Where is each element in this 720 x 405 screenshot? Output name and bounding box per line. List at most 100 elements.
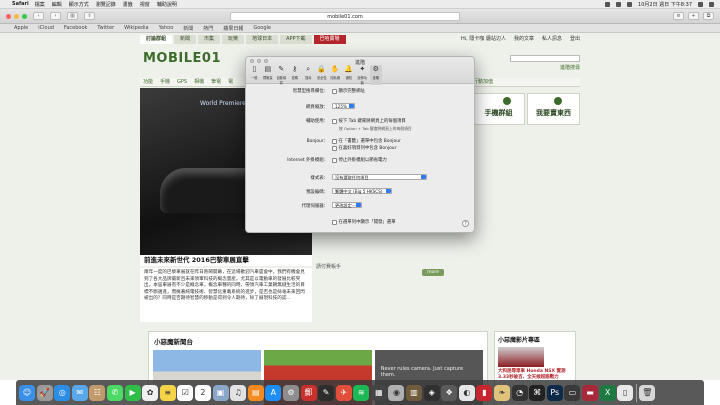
share-button[interactable]: ⇪ [84, 12, 95, 20]
favorite-link[interactable]: 蘋果日報 [223, 25, 243, 32]
app-icon[interactable]: ❧ [494, 384, 511, 401]
app-icon[interactable]: ◔ [511, 384, 528, 401]
tab-passwords[interactable]: ⚷ 密碼 [289, 65, 302, 85]
sell-button[interactable]: 我要賣東西 [527, 93, 580, 125]
app-icon[interactable]: ✈ [335, 384, 352, 401]
category-link[interactable]: GPS [177, 78, 187, 86]
favorite-link[interactable]: Twitter [97, 25, 114, 31]
menu-help[interactable]: 輔助說明 [157, 1, 177, 8]
tab-extensions[interactable]: ✦ 延伸功能 [356, 65, 369, 85]
favorite-link[interactable]: Apple [14, 25, 28, 31]
photos-icon[interactable]: ✿ [142, 384, 159, 401]
clock[interactable]: 10月2日 週日 下午8:37 [638, 1, 692, 8]
app-icon[interactable]: ▭ [564, 384, 581, 401]
back-button[interactable]: ‹ [33, 12, 44, 20]
finder-icon[interactable]: ☺ [19, 384, 35, 401]
my-posts-link[interactable]: 我的文章 [514, 35, 534, 44]
trash-icon[interactable]: 🗑 [639, 384, 656, 401]
app-icon[interactable]: ▬ [582, 384, 598, 401]
category-link[interactable]: 手機 [160, 78, 170, 86]
tab-search[interactable]: ⌕ 搜尋 [302, 65, 315, 85]
spotify-icon[interactable]: ≋ [353, 384, 370, 401]
tab-advanced[interactable]: ⚙ 進階 [369, 65, 382, 85]
proxy-settings-button[interactable]: 更改設定⋯ [332, 202, 362, 208]
category-link[interactable]: 筆電 [211, 78, 221, 86]
zoom-select[interactable]: 125% [332, 103, 355, 109]
notes-icon[interactable]: ≡ [159, 384, 176, 401]
nav-tab-fun[interactable]: 玩樂 [222, 35, 245, 44]
nav-tab-market[interactable]: 市集 [198, 35, 221, 44]
spotlight-icon[interactable] [698, 1, 703, 7]
favorite-link[interactable]: 熱門 [203, 25, 213, 32]
category-link[interactable]: 功能 [143, 78, 153, 86]
forward-button[interactable]: › [50, 12, 61, 20]
hero-caption[interactable]: 前進未來新世代 2016巴黎車展直擊 [140, 255, 312, 266]
app-icon[interactable]: ▦ [370, 384, 387, 401]
show-develop-menu-label[interactable]: 在選單列中顯示「開發」選單 [339, 218, 396, 227]
private-messages-link[interactable]: 私人訊息 [542, 35, 562, 44]
stop-plugins-checkbox[interactable] [332, 158, 337, 163]
menu-history[interactable]: 瀏覽記錄 [96, 1, 116, 8]
preview-icon[interactable]: ▣ [212, 384, 229, 401]
menu-window[interactable]: 視窗 [140, 1, 150, 8]
video-thumbnail[interactable] [498, 347, 544, 367]
facetime-icon[interactable]: ▶ [124, 384, 141, 401]
stop-plugins-label[interactable]: 停止外掛模組以節省電力 [339, 156, 387, 165]
logout-link[interactable]: 登出 [570, 35, 580, 44]
favorite-link[interactable]: Facebook [64, 25, 88, 31]
close-window-button[interactable] [6, 13, 11, 19]
tab-privacy[interactable]: ✋ 隱私權 [329, 65, 342, 85]
help-button[interactable]: ? [462, 220, 469, 227]
bonjour-favorites-checkbox[interactable] [332, 146, 337, 151]
menu-view[interactable]: 顯示方式 [69, 1, 89, 8]
app-icon[interactable]: ⌘ [529, 384, 546, 401]
excel-icon[interactable]: X [599, 384, 616, 401]
tab-highlight-checkbox[interactable] [332, 119, 337, 124]
app-icon[interactable]: ▯ [617, 384, 634, 401]
tab-notifications[interactable]: 🔔 通知 [343, 65, 356, 85]
ibooks-icon[interactable]: ▤ [247, 384, 264, 401]
menu-bookmarks[interactable]: 書籤 [123, 1, 133, 8]
menu-edit[interactable]: 編輯 [52, 1, 62, 8]
category-link[interactable]: 電 [228, 78, 233, 86]
advanced-search-link[interactable]: 進階搜尋 [560, 64, 580, 71]
app-icon[interactable]: ◉ [388, 384, 405, 401]
messages-icon[interactable]: ✆ [106, 384, 123, 401]
launchpad-icon[interactable]: 🚀 [36, 384, 53, 401]
encoding-select[interactable]: 繁體中文 (Big 5 HKSCS) [332, 188, 392, 194]
phone-group-button[interactable]: 手機群組 [472, 93, 525, 125]
nav-tab-japan[interactable]: 地球日本 [246, 35, 279, 44]
tab-overview-button[interactable]: ⧉ [703, 12, 714, 20]
menu-file[interactable]: 檔案 [35, 1, 45, 8]
favorite-link[interactable]: Wikipedia [124, 25, 148, 31]
zoom-window-button[interactable] [22, 13, 27, 19]
app-icon[interactable]: ◈ [423, 384, 440, 401]
reader-button[interactable]: ≡ [673, 12, 684, 20]
nav-tab-app[interactable]: APP下載 [280, 35, 312, 44]
bonjour-favorites-label[interactable]: 在喜好項目列中包含 Bonjour [339, 144, 397, 153]
contacts-icon[interactable]: ☷ [89, 384, 106, 401]
tab-security[interactable]: 🔒 安全性 [316, 65, 329, 85]
app-icon[interactable]: ◐ [458, 384, 475, 401]
more-button[interactable]: more [422, 269, 444, 276]
sysprefs-icon[interactable]: ⚙ [282, 384, 299, 401]
app-icon[interactable]: ✎ [318, 384, 335, 401]
tab-tabs[interactable]: ▤ 標籤頁 [262, 65, 275, 85]
new-tab-button[interactable]: + [688, 12, 699, 20]
site-logo[interactable]: MOBILE01 [143, 51, 221, 66]
calendar-icon[interactable]: 2 [194, 384, 211, 401]
favorite-link[interactable]: iCloud [38, 25, 54, 31]
app-icon[interactable]: ▮ [476, 384, 493, 401]
minimize-window-button[interactable] [14, 13, 19, 19]
app-menu[interactable]: Safari [12, 1, 29, 7]
show-full-url-checkbox[interactable] [332, 89, 337, 94]
tab-general[interactable]: ▯ 一般 [248, 65, 261, 85]
nav-tab-shop[interactable]: 巴哈賣場 [313, 35, 346, 44]
address-bar[interactable]: mobile01.com [230, 12, 460, 21]
volume-icon[interactable] [616, 1, 622, 7]
app-icon[interactable]: 郵 [300, 384, 317, 401]
wifi-icon[interactable] [605, 1, 611, 7]
stylesheet-select[interactable]: 沒有選取任何項目 [332, 174, 427, 180]
reminders-icon[interactable]: ☑ [177, 384, 194, 401]
category-link[interactable]: 相機 [194, 78, 204, 86]
